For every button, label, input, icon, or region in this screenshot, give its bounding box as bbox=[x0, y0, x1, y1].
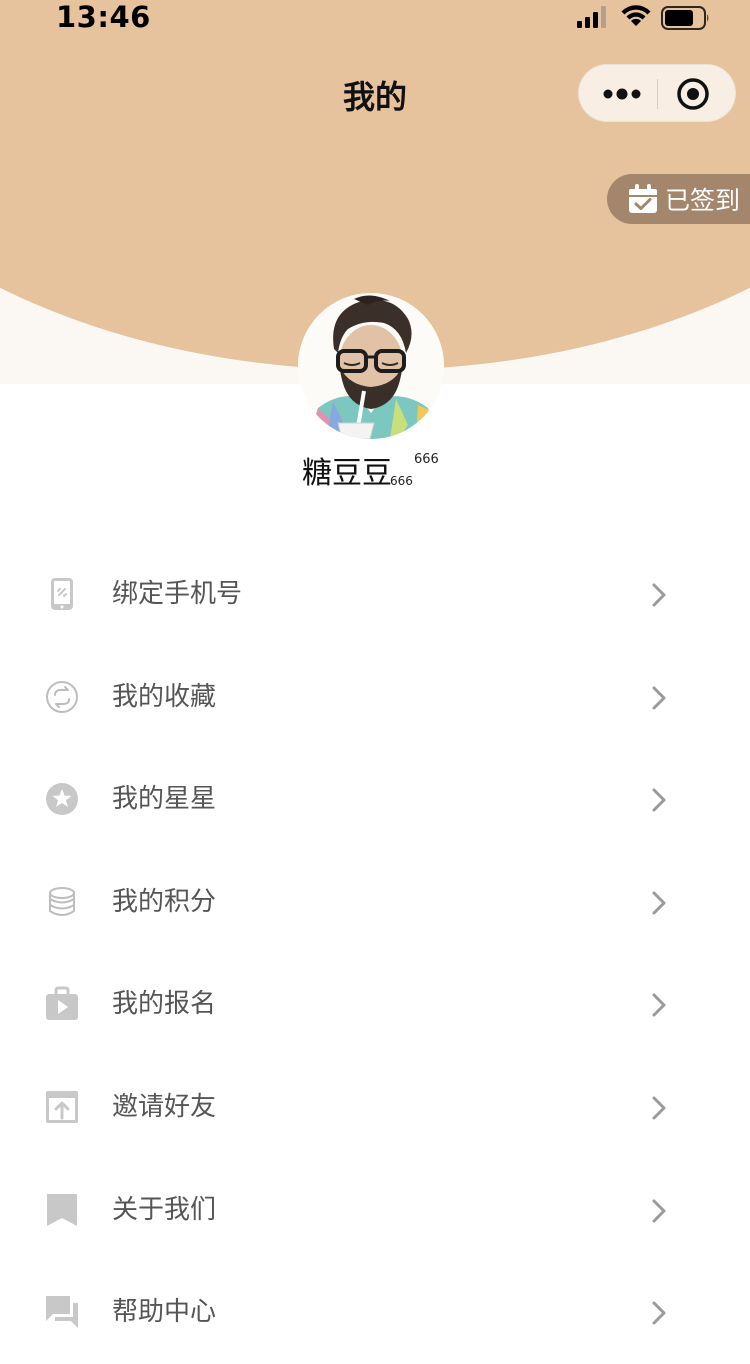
menu-item-invite-friends[interactable]: 邀请好友 bbox=[0, 1056, 750, 1159]
menu-item-label: 关于我们 bbox=[112, 1194, 217, 1225]
more-dots-icon[interactable] bbox=[597, 78, 647, 110]
chevron-right-icon bbox=[652, 1301, 666, 1325]
menu-item-label: 我的报名 bbox=[112, 989, 217, 1020]
close-target-icon[interactable] bbox=[675, 76, 711, 112]
menu-list: 绑定手机号 我的收藏 我的星星 我的积分 我的报名 邀请好友 关于我们 帮助中心 bbox=[0, 543, 750, 1364]
avatar[interactable] bbox=[298, 293, 444, 439]
menu-item-stars[interactable]: 我的星星 bbox=[0, 748, 750, 851]
avatar-illustration bbox=[298, 293, 444, 439]
battery-icon bbox=[661, 6, 709, 30]
menu-item-about-us[interactable]: 关于我们 bbox=[0, 1159, 750, 1262]
signal-icon bbox=[577, 6, 606, 28]
menu-item-label: 绑定手机号 bbox=[112, 579, 243, 609]
calendar-check-icon bbox=[629, 184, 657, 213]
play-bag-icon bbox=[46, 986, 78, 1021]
menu-item-favorites[interactable]: 我的收藏 bbox=[0, 646, 750, 749]
menu-item-points[interactable]: 我的积分 bbox=[0, 851, 750, 954]
menu-item-label: 帮助中心 bbox=[112, 1297, 217, 1328]
chat-icon bbox=[46, 1296, 78, 1329]
mini-program-capsule bbox=[578, 64, 736, 122]
signin-label: 已签到 bbox=[665, 186, 741, 215]
status-time: 13:46 bbox=[56, 0, 151, 34]
signin-button[interactable]: 已签到 bbox=[607, 174, 750, 224]
menu-item-help-center[interactable]: 帮助中心 bbox=[0, 1261, 750, 1364]
chevron-right-icon bbox=[652, 788, 666, 812]
refresh-circle-icon bbox=[46, 680, 78, 713]
menu-item-label: 邀请好友 bbox=[112, 1091, 217, 1122]
wifi-icon bbox=[621, 5, 651, 26]
user-name: 糖豆豆 bbox=[302, 456, 392, 491]
chevron-right-icon bbox=[652, 686, 666, 710]
chevron-right-icon bbox=[652, 891, 666, 915]
capsule-divider bbox=[657, 79, 658, 109]
user-sub-number: 666 bbox=[390, 474, 413, 488]
user-sup-number: 666 bbox=[414, 452, 439, 467]
chevron-right-icon bbox=[652, 1096, 666, 1120]
coins-icon bbox=[49, 886, 75, 916]
menu-item-bind-phone[interactable]: 绑定手机号 bbox=[0, 543, 750, 646]
star-circle-icon bbox=[46, 783, 78, 816]
user-info: 糖豆豆 666 666 bbox=[300, 448, 500, 491]
chevron-right-icon bbox=[652, 583, 666, 607]
menu-item-label: 我的星星 bbox=[112, 784, 217, 815]
chevron-right-icon bbox=[652, 1199, 666, 1223]
menu-item-label: 我的收藏 bbox=[112, 681, 217, 712]
chevron-right-icon bbox=[652, 993, 666, 1017]
menu-item-label: 我的积分 bbox=[112, 886, 217, 917]
menu-item-registrations[interactable]: 我的报名 bbox=[0, 953, 750, 1056]
bookmark-icon bbox=[47, 1193, 77, 1226]
status-bar: 13:46 bbox=[0, 0, 750, 40]
phone-icon bbox=[51, 578, 73, 610]
share-upload-icon bbox=[46, 1090, 78, 1123]
